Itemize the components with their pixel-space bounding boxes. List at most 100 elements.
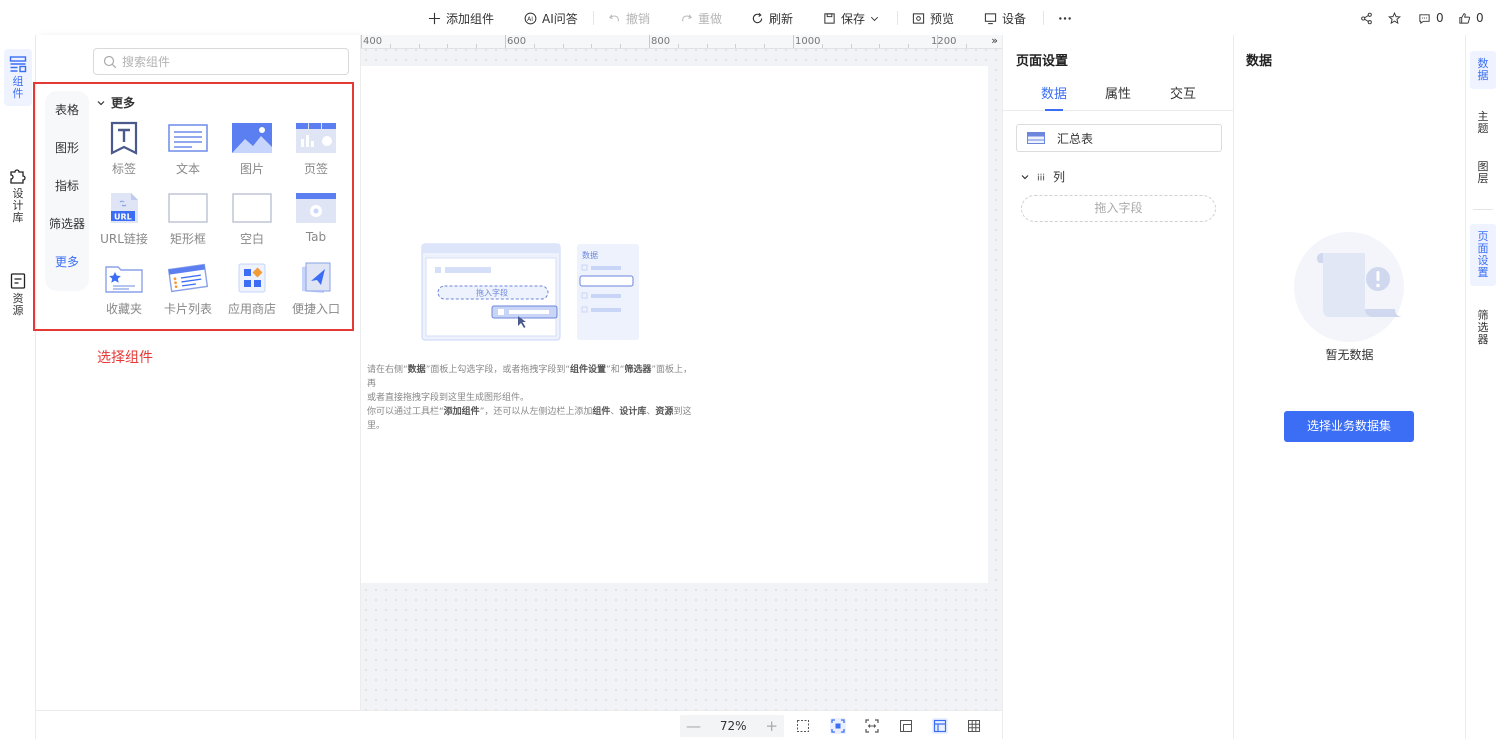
fit-width-button[interactable] bbox=[864, 718, 880, 734]
data-panel: 数据 暂无数据 选择业务数据集 bbox=[1234, 35, 1465, 739]
page-settings-panel: 页面设置 数据 属性 交互 汇总表 列 拖入字段 bbox=[1002, 35, 1235, 739]
select-area-button[interactable] bbox=[795, 718, 811, 734]
rectangle-icon bbox=[168, 193, 208, 223]
component-tab[interactable]: Tab bbox=[286, 191, 346, 244]
hint-line-1: 请在右侧“数据”面板上勾选字段，或者拖拽字段到“组件设置”和“筛选器”面板上，再 bbox=[367, 365, 693, 389]
zoom-in-button[interactable]: + bbox=[765, 717, 778, 735]
component-search-box[interactable] bbox=[93, 48, 349, 75]
component-card-list[interactable]: 卡片列表 bbox=[158, 261, 218, 317]
component-blank[interactable]: 空白 bbox=[222, 191, 282, 247]
undo-button[interactable]: 撤销 bbox=[608, 9, 650, 27]
right-rail-theme[interactable]: 主 题 bbox=[1470, 104, 1496, 142]
component-label[interactable]: 标签 bbox=[94, 121, 154, 177]
toolbar-divider bbox=[1043, 11, 1044, 25]
rail-item-components[interactable]: 组 件 bbox=[4, 49, 32, 106]
illustration-data-label: 数据 bbox=[582, 250, 598, 260]
ruler-label: 400 bbox=[363, 36, 383, 47]
choose-business-dataset-button[interactable]: 选择业务数据集 bbox=[1284, 411, 1414, 442]
save-button[interactable]: 保存 bbox=[823, 9, 879, 27]
favorite-button[interactable] bbox=[1388, 9, 1401, 27]
share-button[interactable] bbox=[1360, 9, 1373, 27]
label-icon bbox=[110, 121, 138, 155]
ruler-label: 600 bbox=[507, 36, 527, 47]
right-rail-layers[interactable]: 图 层 bbox=[1470, 154, 1496, 192]
dashed-select-icon bbox=[797, 720, 809, 732]
puzzle-icon bbox=[10, 169, 26, 184]
illustration-drag-field: 拖入字段 bbox=[476, 288, 508, 298]
tab-data[interactable]: 数据 bbox=[1041, 83, 1067, 111]
data-panel-title: 数据 bbox=[1246, 54, 1273, 69]
comment-button[interactable]: 0 bbox=[1418, 9, 1444, 27]
plus-icon bbox=[428, 12, 441, 24]
page-settings-title: 页面设置 bbox=[1016, 54, 1069, 69]
layout-grid-button[interactable] bbox=[966, 718, 982, 734]
column-drop-zone[interactable]: 拖入字段 bbox=[1021, 195, 1216, 222]
component-rectangle[interactable]: 矩形框 bbox=[158, 191, 218, 247]
star-icon bbox=[1388, 11, 1401, 24]
column-section-header[interactable]: 列 bbox=[1021, 168, 1065, 185]
tab-interaction[interactable]: 交互 bbox=[1170, 83, 1196, 102]
dataset-name: 汇总表 bbox=[1057, 131, 1094, 146]
tabs-page-icon bbox=[296, 123, 336, 153]
right-rail-page-settings[interactable]: 页 面 设 置 bbox=[1470, 224, 1496, 286]
top-toolbar: 添加组件 AI AI问答 撤销 重做 刷新 保存 预览 设备 0 0 bbox=[0, 0, 1499, 35]
table-icon bbox=[1027, 132, 1045, 144]
zoom-out-button[interactable]: — bbox=[686, 717, 701, 735]
category-indicator[interactable]: 指标 bbox=[45, 177, 89, 194]
svg-text:URL: URL bbox=[114, 213, 132, 222]
ruler-label: 1000 bbox=[795, 36, 821, 47]
ai-icon: AI bbox=[524, 12, 537, 24]
category-chart[interactable]: 图形 bbox=[45, 139, 89, 156]
category-more[interactable]: 更多 bbox=[45, 253, 89, 270]
component-favorites[interactable]: 收藏夹 bbox=[94, 261, 154, 317]
right-rail-divider bbox=[1473, 209, 1493, 210]
blank-icon bbox=[232, 193, 272, 223]
rail-item-design-library[interactable]: 设 计 库 bbox=[4, 161, 32, 230]
dataset-selector[interactable]: 汇总表 bbox=[1016, 124, 1222, 152]
empty-data-illustration bbox=[1294, 232, 1404, 342]
ai-qa-button[interactable]: AI AI问答 bbox=[524, 9, 578, 27]
tab-icon bbox=[296, 193, 336, 223]
component-search-input[interactable] bbox=[122, 54, 322, 69]
like-button[interactable]: 0 bbox=[1458, 9, 1484, 27]
layout-free-button[interactable] bbox=[898, 718, 914, 734]
component-url-link[interactable]: URL URL链接 bbox=[94, 191, 154, 247]
fit-screen-button[interactable] bbox=[830, 718, 846, 734]
toolbar-divider bbox=[593, 11, 594, 25]
component-tabs-page[interactable]: 页签 bbox=[286, 121, 346, 177]
component-text[interactable]: 文本 bbox=[158, 121, 218, 177]
preview-button[interactable]: 预览 bbox=[912, 9, 954, 27]
component-quick-entry[interactable]: 便捷入口 bbox=[286, 261, 346, 317]
rail-item-resources[interactable]: 资 源 bbox=[4, 266, 32, 323]
section-more-header[interactable]: 更多 bbox=[97, 94, 135, 111]
quick-entry-icon bbox=[302, 262, 331, 293]
tab-properties[interactable]: 属性 bbox=[1105, 83, 1131, 102]
add-component-button[interactable]: 添加组件 bbox=[428, 9, 494, 27]
hint-line-4: 里。 bbox=[367, 421, 386, 431]
redo-button[interactable]: 重做 bbox=[680, 9, 722, 27]
component-image[interactable]: 图片 bbox=[222, 121, 282, 177]
canvas-area[interactable]: 400 600 800 1000 1200 » 数据 拖入字段 请在右侧“数据”… bbox=[361, 35, 1002, 710]
more-dots-icon bbox=[1059, 16, 1071, 20]
refresh-button[interactable]: 刷新 bbox=[751, 9, 793, 27]
page-settings-tabs: 数据 属性 交互 bbox=[1003, 83, 1235, 111]
right-rail-data[interactable]: 数 据 bbox=[1470, 51, 1496, 89]
hint-line-3: 你可以通过工具栏“添加组件”，还可以从左侧边栏上添加组件、设计库、资源到这 bbox=[367, 407, 692, 417]
category-table[interactable]: 表格 bbox=[45, 101, 89, 118]
ruler-collapse-arrow[interactable]: » bbox=[991, 35, 998, 47]
empty-data-text: 暂无数据 bbox=[1325, 348, 1374, 362]
more-button[interactable] bbox=[1057, 9, 1073, 27]
chevron-down-icon bbox=[870, 16, 879, 21]
bottom-status-bar: — 72% + bbox=[36, 710, 1002, 739]
right-rail-filter[interactable]: 筛 选 器 bbox=[1470, 303, 1496, 353]
layout-table-icon bbox=[933, 719, 947, 733]
ruler-label: 1200 bbox=[931, 36, 957, 47]
canvas-page[interactable]: 数据 拖入字段 请在右侧“数据”面板上勾选字段，或者拖拽字段到“组件设置”和“筛… bbox=[361, 66, 988, 583]
card-list-icon bbox=[167, 263, 209, 293]
zoom-level[interactable]: 72% bbox=[720, 719, 747, 733]
component-app-store[interactable]: 应用商店 bbox=[222, 261, 282, 317]
layout-table-button[interactable] bbox=[932, 718, 948, 734]
chevron-down-icon bbox=[1021, 174, 1029, 179]
category-filter[interactable]: 筛选器 bbox=[45, 215, 89, 232]
device-button[interactable]: 设备 bbox=[984, 9, 1026, 27]
